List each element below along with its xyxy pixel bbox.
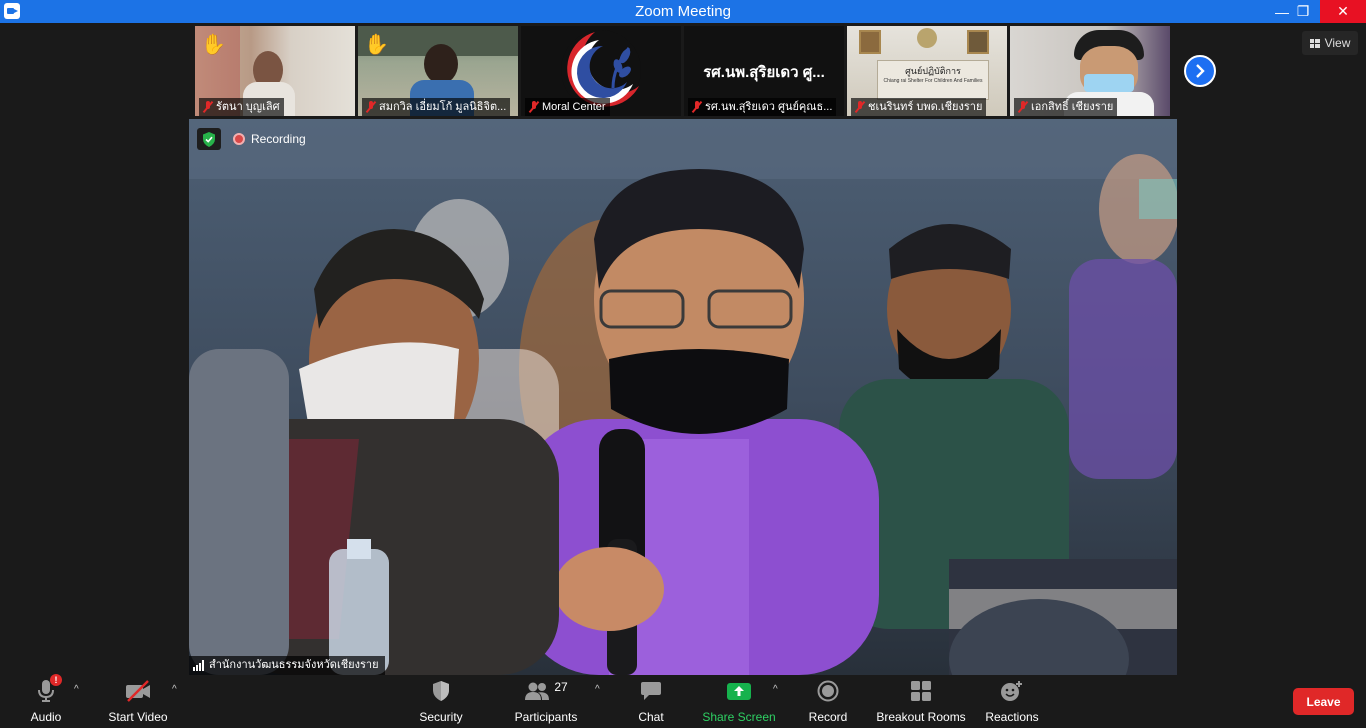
signal-strength-icon [193,660,204,671]
share-screen-label: Share Screen [702,710,776,724]
audio-warning-badge: ! [50,674,62,686]
mic-muted-icon [529,101,539,113]
meeting-toolbar [0,675,1366,728]
next-page-button[interactable] [1184,55,1216,87]
audio-label: Audio [30,710,62,724]
recording-dot-icon [233,133,245,145]
participants-label: Participants [514,710,578,724]
speaker-name: สำนักงานวัฒนธรรมจังหวัดเชียงราย [209,659,379,671]
share-screen-button[interactable]: Share Screen [702,678,776,724]
shield-icon [431,678,451,704]
microphone-icon: ! [36,674,62,704]
participant-name: รัตนา บุญเลิศ [216,101,280,113]
participant-tile[interactable]: รศ.นพ.สุริยเดว ศู... รศ.นพ.สุริยเดว ศูนย… [684,26,844,116]
participants-icon [525,682,550,700]
participant-tile[interactable]: ศูนย์ปฏิบัติการ Chiang rai Shelter For C… [847,26,1007,116]
reactions-label: Reactions [985,710,1039,724]
participant-tile[interactable]: Moral Center [521,26,681,116]
speaker-name-tag: สำนักงานวัฒนธรรมจังหวัดเชียงราย [189,656,385,675]
start-video-label: Start Video [108,710,168,724]
restore-button[interactable]: ❐ [1286,0,1320,23]
view-button-label: View [1324,36,1351,50]
participants-button[interactable]: 27 Participants [512,678,580,724]
security-label: Security [419,710,463,724]
active-speaker-video [189,119,1177,675]
participant-name: ชเนรินทร์ บพด.เชียงราย [868,101,983,113]
reactions-button[interactable]: Reactions [984,678,1040,724]
record-label: Record [808,710,848,724]
title-bar: Zoom Meeting — ❐ ✕ [0,0,1366,23]
video-options-caret[interactable]: ^ [172,684,177,695]
participant-tile[interactable]: ✋ สมกวิล เอี่ยมโก้ มูลนิธิจิต... [358,26,518,116]
sign-subtitle: Chiang rai Shelter For Children And Fami… [883,78,983,84]
participant-name: รศ.นพ.สุริยเดว ศูนย์คุณธ... [705,101,833,113]
participant-name: เอกสิทธิ์ เชียงราย [1031,101,1114,113]
leave-button[interactable]: Leave [1293,688,1354,715]
video-off-icon [124,678,152,704]
sign-title: ศูนย์ปฏิบัติการ [905,66,961,76]
breakout-rooms-button[interactable]: Breakout Rooms [876,678,966,724]
window-title: Zoom Meeting [635,3,731,20]
close-button[interactable]: ✕ [1320,0,1366,23]
chevron-right-icon [1196,64,1205,78]
audio-options-caret[interactable]: ^ [74,684,79,695]
participant-name: Moral Center [542,101,606,113]
breakout-rooms-label: Breakout Rooms [876,710,966,724]
share-options-caret[interactable]: ^ [773,684,778,695]
participant-count: 27 [554,680,568,694]
reactions-icon [1000,678,1024,704]
raised-hand-icon: ✋ [364,34,389,56]
record-icon [817,678,839,704]
view-button[interactable]: View [1302,31,1358,55]
recording-label: Recording [251,132,306,146]
breakout-rooms-icon [910,678,932,704]
mic-muted-icon [203,101,213,113]
participants-options-caret[interactable]: ^ [595,684,600,695]
mic-muted-icon [366,101,376,113]
audio-button[interactable]: ! Audio [28,674,64,724]
participant-tile[interactable]: เอกสิทธิ์ เชียงราย [1010,26,1170,116]
chat-label: Chat [638,710,664,724]
speaker-video-frame [189,119,1177,675]
mic-muted-icon [855,101,865,113]
encryption-shield-icon[interactable] [197,128,221,150]
participant-name-display: รศ.นพ.สุริยเดว ศู... [703,64,825,81]
raised-hand-icon: ✋ [201,34,226,56]
start-video-button[interactable]: Start Video [106,678,170,724]
recording-indicator: Recording [197,128,306,150]
participant-name: สมกวิล เอี่ยมโก้ มูลนิธิจิต... [379,101,507,113]
mic-muted-icon [692,101,702,113]
record-button[interactable]: Record [806,678,850,724]
chat-button[interactable]: Chat [633,678,669,724]
mic-muted-icon [1018,101,1028,113]
share-screen-icon [726,678,752,704]
grid-view-icon [1309,38,1320,48]
chat-icon [640,678,662,704]
participant-tile[interactable]: ✋ รัตนา บุญเลิศ [195,26,355,116]
security-button[interactable]: Security [414,678,468,724]
